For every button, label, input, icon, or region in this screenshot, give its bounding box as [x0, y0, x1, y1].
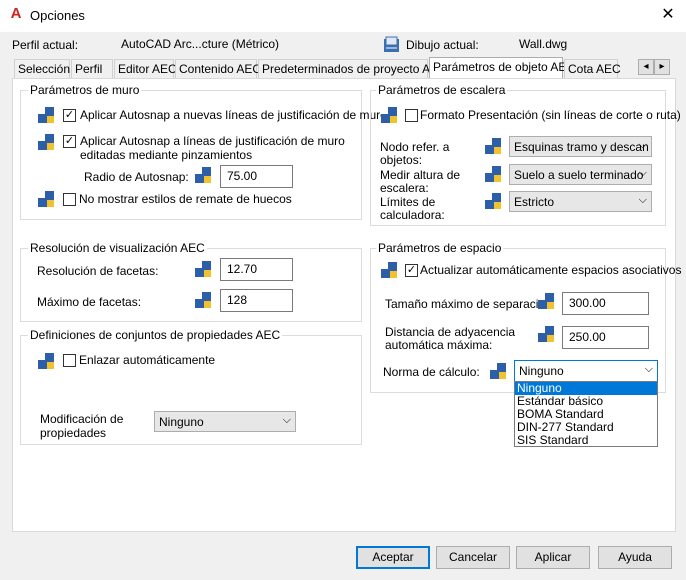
- current-profile-label: Perfil actual:: [12, 38, 79, 52]
- auto-attach-checkbox[interactable]: [63, 354, 76, 367]
- facet-resolution-input[interactable]: 12.70: [220, 258, 293, 281]
- drawing-setting-icon: [538, 326, 554, 342]
- autocad-app-icon: A: [10, 5, 22, 22]
- property-modification-select[interactable]: Ninguno ⌵: [154, 411, 296, 432]
- close-icon[interactable]: ✕: [656, 4, 680, 26]
- calculation-standard-dropdown: Ninguno Estándar básico BOMA Standard DI…: [514, 381, 658, 447]
- auto-update-spaces-label: Actualizar automáticamente espacios asoc…: [420, 263, 682, 277]
- calculator-limits-value: Estricto: [514, 195, 555, 209]
- wall-settings-title: Parámetros de muro: [28, 83, 142, 97]
- tab-seleccion[interactable]: Selección: [14, 59, 70, 78]
- tab-cota-aec[interactable]: Cota AEC: [564, 59, 621, 78]
- chevron-down-icon: ⌵: [644, 363, 653, 375]
- autosnap-grip-label-1: Aplicar Autosnap a líneas de justificaci…: [80, 134, 345, 148]
- calculator-limits-label-1: Límites de: [380, 195, 436, 209]
- property-modification-value: Ninguno: [159, 415, 204, 429]
- drawing-setting-icon: [195, 261, 211, 277]
- adjacency-distance-label-1: Distancia de adyacencia: [385, 325, 516, 339]
- help-button[interactable]: Ayuda: [598, 546, 672, 569]
- drawing-setting-icon: [195, 292, 211, 308]
- drawing-icon: [384, 36, 399, 52]
- drawing-setting-icon: [38, 134, 54, 150]
- measure-height-label-1: Medir altura de: [380, 168, 461, 182]
- drawing-setting-icon: [490, 363, 506, 379]
- autosnap-grip-checkbox[interactable]: ✓: [63, 135, 76, 148]
- current-drawing-value: Wall.dwg: [519, 37, 568, 51]
- tab-scroll-left-button[interactable]: ◂: [638, 59, 654, 75]
- current-profile-value: AutoCAD Arc...cture (Métrico): [121, 37, 280, 51]
- facet-resolution-label: Resolución de facetas:: [37, 264, 159, 278]
- max-facets-label: Máximo de facetas:: [37, 295, 142, 309]
- max-separation-input[interactable]: 300.00: [562, 292, 649, 315]
- max-facets-input[interactable]: 128: [220, 289, 293, 312]
- autosnap-radius-input[interactable]: 75.00: [220, 165, 293, 188]
- drawing-setting-icon: [485, 193, 501, 209]
- chevron-down-icon: ⌵: [638, 194, 647, 206]
- node-reference-select[interactable]: Esquinas tramo y descan ⌵: [509, 136, 652, 157]
- property-sets-title: Definiciones de conjuntos de propiedades…: [28, 328, 283, 342]
- node-reference-label-2: objetos:: [380, 153, 423, 167]
- measure-height-value: Suelo a suelo terminado: [514, 168, 644, 182]
- drawing-setting-icon: [38, 353, 54, 369]
- drawing-setting-icon: [485, 138, 501, 154]
- measure-height-label-2: escalera:: [380, 181, 429, 195]
- node-reference-value: Esquinas tramo y descan: [514, 140, 649, 154]
- stair-settings-title: Parámetros de escalera: [376, 83, 508, 97]
- cancel-button[interactable]: Cancelar: [436, 546, 510, 569]
- ok-button[interactable]: Aceptar: [356, 546, 430, 569]
- autosnap-grip-label-2: editadas mediante pinzamientos: [80, 148, 253, 162]
- presentation-format-checkbox[interactable]: [405, 109, 418, 122]
- max-separation-label: Tamaño máximo de separación:: [385, 297, 556, 311]
- autosnap-new-label: Aplicar Autosnap a nuevas líneas de just…: [80, 108, 387, 122]
- space-settings-title: Parámetros de espacio: [376, 241, 504, 255]
- no-endcap-checkbox[interactable]: [63, 193, 76, 206]
- dropdown-option[interactable]: SIS Standard: [515, 434, 657, 447]
- drawing-setting-icon: [38, 191, 54, 207]
- calculation-standard-select[interactable]: Ninguno ⌵: [514, 360, 658, 382]
- chevron-down-icon: ⌵: [282, 414, 291, 426]
- chevron-down-icon: ⌵: [638, 167, 647, 179]
- adjacency-distance-input[interactable]: 250.00: [562, 326, 649, 349]
- title-bar: A Opciones ✕: [0, 0, 686, 32]
- calculator-limits-label-2: calculadora:: [380, 208, 445, 222]
- tab-editor-aec[interactable]: Editor AEC: [114, 59, 177, 78]
- auto-update-spaces-checkbox[interactable]: ✓: [405, 264, 418, 277]
- tab-contenido-aec[interactable]: Contenido AEC: [175, 59, 261, 78]
- measure-height-select[interactable]: Suelo a suelo terminado ⌵: [509, 164, 652, 185]
- display-resolution-group: [20, 248, 362, 322]
- calculation-standard-label: Norma de cálculo:: [383, 365, 480, 379]
- property-modification-label-1: Modificación de: [40, 412, 124, 426]
- tab-perfil[interactable]: Perfil: [71, 59, 113, 78]
- drawing-setting-icon: [195, 167, 211, 183]
- drawing-setting-icon: [485, 166, 501, 182]
- drawing-setting-icon: [381, 107, 397, 123]
- calculation-standard-value: Ninguno: [519, 364, 564, 378]
- drawing-setting-icon: [381, 262, 397, 278]
- autosnap-new-checkbox[interactable]: ✓: [63, 109, 76, 122]
- tab-parametros-objeto[interactable]: Parámetros de objeto AEC: [429, 57, 575, 79]
- chevron-down-icon: ⌵: [638, 139, 647, 151]
- autosnap-radius-label: Radio de Autosnap:: [84, 170, 189, 184]
- calculator-limits-select[interactable]: Estricto ⌵: [509, 191, 652, 212]
- presentation-format-label: Formato Presentación (sin líneas de cort…: [420, 108, 681, 122]
- drawing-setting-icon: [38, 107, 54, 123]
- adjacency-distance-label-2: automática máxima:: [385, 338, 493, 352]
- window-title: Opciones: [30, 8, 85, 23]
- no-endcap-label: No mostrar estilos de remate de huecos: [79, 192, 292, 206]
- tab-predeterminados-proyecto[interactable]: Predeterminados de proyecto AEC: [258, 59, 447, 78]
- drawing-setting-icon: [538, 293, 554, 309]
- auto-attach-label: Enlazar automáticamente: [79, 353, 216, 367]
- apply-button[interactable]: Aplicar: [516, 546, 590, 569]
- node-reference-label-1: Nodo refer. a: [380, 140, 450, 154]
- current-drawing-label: Dibujo actual:: [406, 38, 479, 52]
- tab-scroll-right-button[interactable]: ▸: [654, 59, 670, 75]
- display-resolution-title: Resolución de visualización AEC: [28, 241, 207, 255]
- property-modification-label-2: propiedades: [40, 426, 107, 440]
